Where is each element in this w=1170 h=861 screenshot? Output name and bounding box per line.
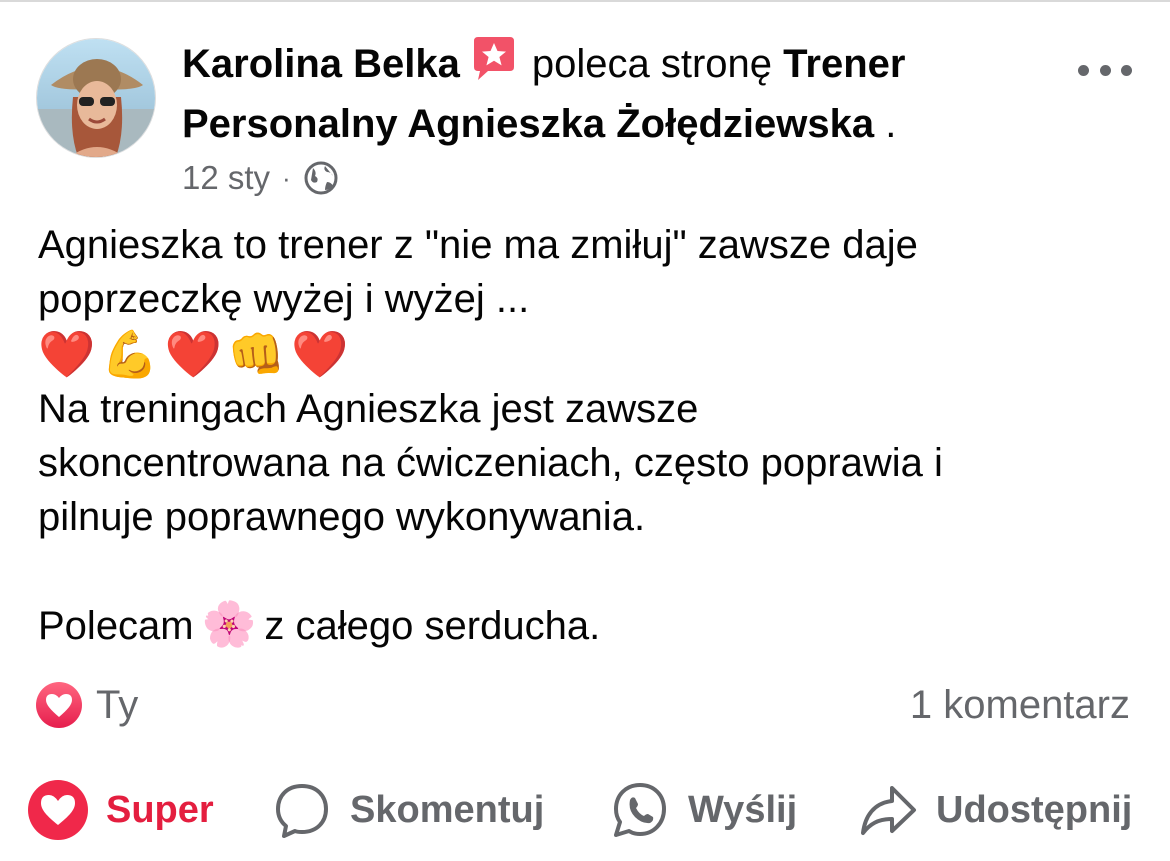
reactions-summary[interactable]: Ty: [36, 680, 138, 730]
whatsapp-icon: [610, 780, 670, 840]
send-whatsapp-button[interactable]: Wyślij: [610, 772, 797, 848]
globe-icon[interactable]: [303, 160, 339, 196]
blossom-emoji: 🌸: [201, 599, 257, 650]
post-text-line: Na treningach Agnieszka jest zawsze: [38, 387, 699, 431]
post-closing-line: Polecam 🌸 z całego serducha.: [38, 598, 1138, 653]
share-arrow-icon: [858, 780, 918, 840]
comment-button[interactable]: Skomentuj: [272, 772, 544, 848]
recommendation-star-icon: [470, 37, 518, 81]
share-button[interactable]: Udostępnij: [858, 772, 1132, 848]
heart-emoji: ❤️: [291, 327, 349, 381]
love-reaction-icon: [36, 682, 82, 728]
avatar-image: [37, 39, 155, 157]
share-label: Udostępnij: [936, 788, 1133, 831]
top-divider: [0, 0, 1170, 2]
action-bar: Super Skomentuj Wyślij Udostępnij: [0, 772, 1170, 848]
page-name-line1[interactable]: Trener: [783, 42, 905, 86]
comment-label: Skomentuj: [350, 788, 545, 831]
closing-end: z całego serducha.: [264, 604, 601, 648]
flexed-biceps-emoji: 💪: [101, 327, 159, 381]
avatar[interactable]: [36, 38, 156, 158]
post-text-line: skoncentrowana na ćwiczeniach, często po…: [38, 441, 943, 485]
more-dot-icon: [1078, 64, 1089, 76]
heart-emoji: ❤️: [38, 327, 96, 381]
emoji-row: ❤️ 💪 ❤️ 👊 ❤️: [38, 326, 1138, 382]
super-reaction-button[interactable]: Super: [28, 772, 214, 848]
post-text-line: pilnuje poprawnego wykonywania.: [38, 495, 646, 539]
fist-emoji: 👊: [227, 327, 286, 381]
meta-separator: ·: [282, 162, 291, 193]
closing-start: Polecam: [38, 604, 194, 648]
more-dot-icon: [1121, 64, 1132, 76]
post-text-line: Agnieszka to trener z "nie ma zmiłuj" za…: [38, 223, 918, 267]
comment-count-link[interactable]: 1 komentarz: [910, 680, 1130, 730]
post-header: Karolina Belka poleca stronę Trener Perso…: [182, 34, 1042, 154]
super-label: Super: [106, 788, 214, 831]
post-meta: 12 sty ·: [182, 156, 339, 200]
page-name-line2[interactable]: Personalny Agnieszka Żołędziewska: [182, 102, 874, 146]
more-dot-icon: [1099, 64, 1111, 76]
author-name[interactable]: Karolina Belka: [182, 42, 460, 86]
love-filled-icon: [28, 780, 88, 840]
post-text-line: poprzeczkę wyżej i wyżej ...: [38, 277, 530, 321]
recommends-verb: poleca stronę: [531, 42, 773, 86]
post-body: Agnieszka to trener z "nie ma zmiłuj" za…: [38, 218, 1138, 653]
send-label: Wyślij: [688, 788, 798, 831]
header-trailing: .: [885, 102, 897, 146]
post-date[interactable]: 12 sty: [182, 159, 270, 197]
heart-emoji: ❤️: [164, 327, 222, 381]
comment-bubble-icon: [272, 780, 332, 840]
reaction-names: Ty: [96, 682, 139, 727]
more-options-button[interactable]: [1078, 58, 1132, 82]
